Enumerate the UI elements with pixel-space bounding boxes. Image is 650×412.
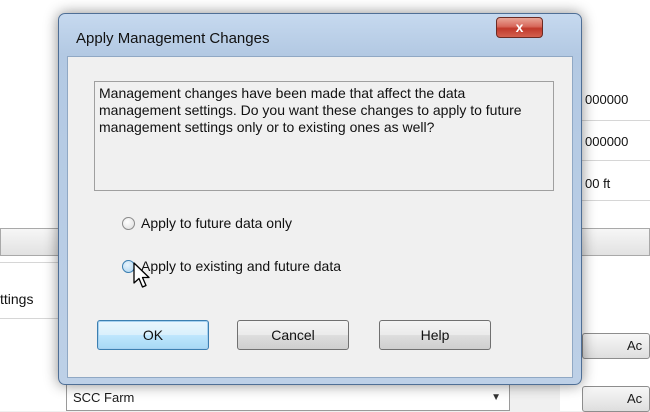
- background-value-2: 000000: [585, 134, 629, 149]
- farm-select-value: SCC Farm: [73, 390, 135, 405]
- dialog-message: Management changes have been made that a…: [94, 81, 554, 191]
- close-icon: x: [515, 19, 524, 35]
- ok-button[interactable]: OK: [97, 320, 209, 350]
- background-settings-label: ttings: [0, 291, 34, 307]
- option-existing-and-future-label[interactable]: Apply to existing and future data: [141, 258, 341, 274]
- radio-future-only[interactable]: [122, 216, 135, 230]
- farm-select[interactable]: SCC Farm ▼: [66, 384, 510, 411]
- help-button[interactable]: Help: [379, 320, 491, 350]
- option-future-only-label[interactable]: Apply to future data only: [141, 215, 292, 231]
- option-future-only[interactable]: Apply to future data only: [122, 215, 292, 231]
- mouse-cursor-icon: [133, 262, 150, 288]
- close-button[interactable]: x: [496, 17, 543, 38]
- background-value-1: 000000: [585, 92, 629, 107]
- background-value-3: 00 ft: [585, 176, 611, 191]
- dropdown-arrow-icon: ▼: [491, 392, 501, 403]
- background-add-button[interactable]: Ac: [582, 333, 650, 359]
- dialog-title: Apply Management Changes: [76, 30, 270, 47]
- background-add-button-2[interactable]: Ac: [582, 386, 650, 412]
- dialog-content: Management changes have been made that a…: [67, 56, 573, 378]
- background-toolbar-right: [580, 228, 650, 256]
- option-existing-and-future[interactable]: Apply to existing and future data: [122, 258, 341, 274]
- cancel-button[interactable]: Cancel: [237, 320, 349, 350]
- apply-management-changes-dialog: Apply Management Changes x Management ch…: [58, 13, 582, 385]
